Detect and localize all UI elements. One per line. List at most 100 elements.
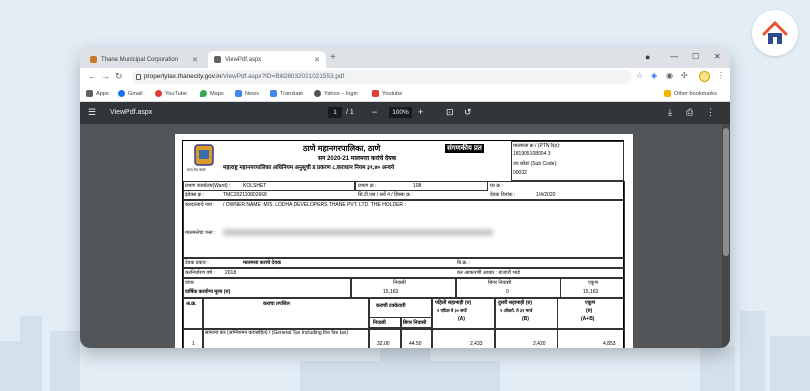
usage-basis: कर आकारणी आधार : बाजारी भाडे: [457, 270, 520, 276]
rotate-icon[interactable]: ↺: [464, 107, 472, 118]
date-label: देयक दिनांक :: [490, 192, 516, 198]
row1-rate-residential: 32.00: [377, 341, 390, 347]
close-icon[interactable]: ✕: [192, 56, 198, 64]
logo-caption: सत्य मेव जयते: [187, 168, 206, 172]
bill-number-label: बि.क्र. :: [457, 260, 471, 266]
address-bar[interactable]: propertytax.thanecity.gov.in/ViewPdf.asp…: [132, 70, 632, 84]
bookmark-translate[interactable]: Translate: [270, 90, 303, 97]
prabhag-value: 108: [413, 183, 422, 189]
download-icon[interactable]: ⤓: [668, 107, 672, 118]
address-label: मालमत्तेचा पत्ता :: [185, 230, 216, 236]
bookmark-maps[interactable]: Maps: [200, 90, 224, 97]
translate-icon: [270, 90, 277, 97]
first-half-letter: (A): [458, 316, 465, 322]
print-icon[interactable]: ⎙: [686, 107, 693, 118]
tab-search-icon[interactable]: ●: [645, 52, 650, 62]
corporation-name: ठाणे महानगरपालिका, ठाणे: [303, 144, 381, 153]
maps-pin-icon: [200, 90, 207, 97]
bill-subtitle: महाराष्ट्र महानगरपालिका अधिनियम अनुसूची …: [223, 165, 395, 171]
bill-title: सन 2020-21 मालमत्ता करांचे देयक: [318, 156, 397, 162]
index-value: TMC202110802668: [223, 192, 267, 198]
profile-avatar[interactable]: [699, 71, 710, 82]
municipal-emblem-icon: [194, 144, 214, 166]
scrollbar-thumb[interactable]: [723, 128, 729, 256]
tab-label: ViewPdf.aspx: [225, 56, 262, 63]
second-half-period: १ ऑक्टो. ते ३१ मार्च: [500, 308, 533, 313]
globe-icon: [314, 90, 321, 97]
gmail-icon: [118, 90, 125, 97]
bookmark-yahoo[interactable]: Yahoo – login: [314, 90, 358, 97]
back-arrow-icon[interactable]: ←: [88, 71, 97, 81]
page-total: / 1: [346, 109, 354, 116]
minimize-icon[interactable]: —: [670, 52, 678, 61]
row1-second-half: 2,420: [533, 341, 546, 347]
row1-total: 4,853: [603, 341, 616, 347]
tab-viewpdf[interactable]: ViewPdf.aspx ✕: [208, 51, 326, 68]
forward-arrow-icon[interactable]: →: [101, 71, 110, 81]
zoom-input[interactable]: 100%: [389, 107, 412, 118]
tab-thane-municipal[interactable]: Thane Municipal Corporation ✕: [84, 51, 204, 68]
ghar-label: घर क्र :: [490, 183, 504, 189]
more-options-icon[interactable]: ⋮: [706, 107, 715, 118]
brand-logo: [752, 10, 798, 56]
redacted-address: [223, 229, 493, 236]
extension-shield-icon[interactable]: ◈: [651, 71, 657, 80]
annual-value-label: वार्षिक करयोग्य मूल्य (रु): [185, 289, 231, 295]
ward-value: KOLSHET: [243, 183, 267, 189]
url-path: /ViewPdf.aspx?ID=Bill28032021021553.pdf: [221, 73, 345, 80]
first-half-period: १ एप्रिल ते ३० सप्टें: [437, 308, 467, 313]
pdf-viewer[interactable]: सत्य मेव जयते ठाणे महानगरपालिका, ठाणे सन…: [80, 124, 730, 348]
ward-label: प्रभाग कार्यालय(Ward) :: [185, 183, 231, 189]
zoom-in-icon[interactable]: +: [418, 107, 423, 117]
assess-row: [183, 268, 625, 278]
zoom-out-icon[interactable]: −: [372, 107, 377, 117]
assess-year-label: करनिर्धारण वर्ष :: [185, 270, 215, 276]
bookmark-label: Translate: [280, 90, 304, 97]
second-half-letter: (B): [522, 316, 529, 322]
close-icon[interactable]: ✕: [314, 56, 320, 64]
bookmark-label: Yahoo – login: [324, 90, 358, 97]
extension-icon[interactable]: ◉: [666, 71, 673, 80]
youtube-icon: [155, 90, 162, 97]
new-tab-plus-icon[interactable]: +: [330, 52, 336, 63]
row1-tax-name: सामान्य कर (अग्निशमन करासहित) / (General…: [205, 330, 349, 336]
sum-letter: (A+B): [581, 316, 595, 322]
reload-icon[interactable]: ↻: [115, 71, 123, 82]
rate-nonresidential: बिगर निवासी: [403, 320, 427, 326]
scrollbar[interactable]: [722, 124, 730, 348]
row1-rate-nonresidential: 44.50: [409, 341, 422, 347]
annual-col-1: [183, 278, 351, 298]
use-type-header: वापर: [185, 280, 194, 286]
bookmark-youtube-2[interactable]: Youtube: [372, 90, 402, 97]
puzzle-icon[interactable]: ✣: [681, 71, 688, 80]
close-window-icon[interactable]: ✕: [714, 52, 721, 61]
youtube-icon: [372, 90, 379, 97]
tax-bill-document: सत्य मेव जयते ठाणे महानगरपालिका, ठाणे सन…: [182, 140, 625, 348]
page-number-input[interactable]: 1: [328, 107, 342, 118]
owner-label: करदात्याचे नाव :: [185, 202, 215, 208]
star-icon[interactable]: ☆: [636, 71, 643, 80]
bookmark-news[interactable]: News: [235, 90, 259, 97]
house-icon: [762, 20, 788, 44]
ptn-label: मालमत्ता क्र / (PTN No):: [513, 143, 561, 149]
bookmark-label: YouTube: [165, 90, 187, 97]
bookmark-label: Gmail: [128, 90, 143, 97]
bookmark-youtube[interactable]: YouTube: [155, 90, 187, 97]
second-half-header: दुसरी सहामाही (रु): [498, 300, 533, 306]
other-bookmarks[interactable]: Other bookmarks: [664, 90, 717, 97]
annual-nonresidential: 0: [506, 289, 509, 295]
rate-header: कराची टक्केवारी: [376, 303, 406, 309]
residential-header: निवासी: [393, 280, 406, 286]
apps-grid-icon: [86, 90, 93, 97]
pdf-toolbar: ☰ ViewPdf.aspx 1 / 1 − 100% + ⊡ ↺ ⤓ ⎙ ⋮: [80, 102, 730, 124]
nonresidential-header: बिगर निवासी: [488, 280, 512, 286]
bookmark-gmail[interactable]: Gmail: [118, 90, 143, 97]
hamburger-menu-icon[interactable]: ☰: [88, 107, 96, 118]
subcode-value: 00032: [513, 170, 527, 176]
menu-dots-icon[interactable]: ⋮: [717, 71, 725, 80]
rate-divider: [400, 317, 402, 348]
maximize-icon[interactable]: ☐: [692, 52, 699, 61]
document-favicon-icon: [214, 56, 221, 63]
bookmark-apps[interactable]: Apps: [86, 90, 109, 97]
fit-page-icon[interactable]: ⊡: [446, 107, 454, 118]
